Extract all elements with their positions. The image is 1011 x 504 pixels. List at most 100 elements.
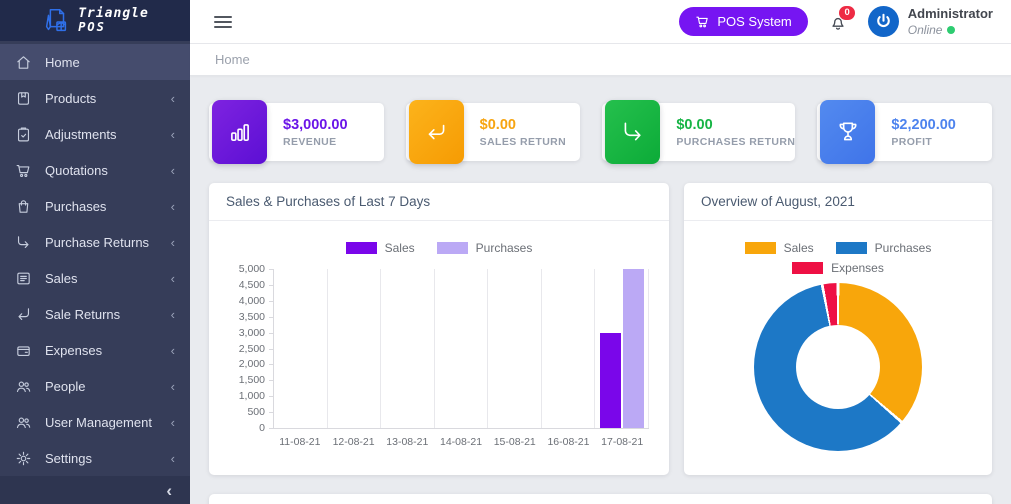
sidebar-item-purchase-returns[interactable]: Purchase Returns ‹ bbox=[0, 224, 190, 260]
sidebar-item-label: Purchases bbox=[45, 199, 106, 214]
breadcrumb: Home bbox=[190, 44, 1011, 76]
legend-label: Expenses bbox=[831, 261, 884, 275]
app-logo[interactable]: Triangle POS bbox=[0, 0, 190, 41]
bar-purchases[interactable] bbox=[623, 269, 644, 428]
user-menu[interactable]: Administrator Online bbox=[868, 6, 993, 37]
notifications-bell[interactable]: 0 bbox=[828, 12, 848, 32]
stat-value: $3,000.00 bbox=[283, 117, 348, 133]
sidebar-item-adjustments[interactable]: Adjustments ‹ bbox=[0, 116, 190, 152]
chevron-left-icon: ‹ bbox=[171, 200, 175, 213]
donut-chart-legend: Sales Purchases Expenses bbox=[713, 241, 963, 275]
y-axis-tick-mark bbox=[269, 428, 274, 429]
x-axis-tick-label: 14-08-21 bbox=[434, 436, 488, 448]
bar-category-column bbox=[435, 269, 489, 428]
invoice-icon bbox=[15, 270, 32, 287]
chevron-left-icon: ‹ bbox=[171, 452, 175, 465]
y-axis-tick-mark bbox=[269, 349, 274, 350]
y-axis-tick-label: 4,500 bbox=[239, 279, 265, 291]
stat-value: $2,200.00 bbox=[891, 117, 956, 133]
legend-item-sales[interactable]: Sales bbox=[346, 241, 415, 255]
bar-category-column bbox=[542, 269, 596, 428]
y-axis-tick-label: 0 bbox=[259, 422, 265, 434]
sidebar-item-purchases[interactable]: Purchases ‹ bbox=[0, 188, 190, 224]
stat-card-profit[interactable]: $2,200.00 PROFIT bbox=[817, 103, 992, 161]
sidebar-item-sale-returns[interactable]: Sale Returns ‹ bbox=[0, 296, 190, 332]
sidebar-item-quotations[interactable]: Quotations ‹ bbox=[0, 152, 190, 188]
y-axis-tick-label: 500 bbox=[247, 406, 265, 418]
y-axis-tick-mark bbox=[269, 412, 274, 413]
sidebar-item-settings[interactable]: Settings ‹ bbox=[0, 440, 190, 476]
cart-icon bbox=[15, 162, 32, 179]
sidebar-item-expenses[interactable]: Expenses ‹ bbox=[0, 332, 190, 368]
y-axis-tick-label: 4,000 bbox=[239, 295, 265, 307]
bar-plot: 05001,0001,5002,0002,5003,0003,5004,0004… bbox=[273, 269, 649, 429]
app-title: Triangle POS bbox=[78, 7, 149, 33]
donut-chart-title: Overview of August, 2021 bbox=[684, 183, 992, 221]
bar-category-column bbox=[595, 269, 649, 428]
legend-item-purchases[interactable]: Purchases bbox=[836, 241, 932, 255]
donut-chart bbox=[754, 283, 922, 451]
stat-card-revenue[interactable]: $3,000.00 REVENUE bbox=[209, 103, 384, 161]
bar-sales[interactable] bbox=[600, 333, 621, 428]
hamburger-menu-icon[interactable] bbox=[214, 16, 232, 28]
notification-count-badge: 0 bbox=[838, 5, 855, 21]
sidebar-item-label: Expenses bbox=[45, 343, 102, 358]
sidebar-item-user-management[interactable]: User Management ‹ bbox=[0, 404, 190, 440]
legend-swatch bbox=[745, 242, 776, 254]
forward-arrow-icon bbox=[620, 119, 646, 145]
x-axis-tick-label: 16-08-21 bbox=[542, 436, 596, 448]
wallet-icon bbox=[15, 342, 32, 359]
sidebar-collapse-button[interactable]: ‹ bbox=[166, 482, 172, 499]
chevron-left-icon: ‹ bbox=[171, 164, 175, 177]
stat-tile bbox=[409, 100, 464, 164]
bar-chart: 05001,0001,5002,0002,5003,0003,5004,0004… bbox=[235, 269, 649, 448]
user-status-label: Online bbox=[908, 23, 943, 37]
trophy-icon bbox=[835, 119, 861, 145]
chevron-left-icon: ‹ bbox=[171, 236, 175, 249]
sidebar-item-label: Quotations bbox=[45, 163, 108, 178]
stat-card-purchases-return[interactable]: $0.00 PURCHASES RETURN bbox=[602, 103, 795, 161]
sidebar-item-home[interactable]: Home bbox=[0, 44, 190, 80]
corner-left-icon bbox=[15, 306, 32, 323]
sidebar-item-sales[interactable]: Sales ‹ bbox=[0, 260, 190, 296]
y-axis-tick-mark bbox=[269, 364, 274, 365]
legend-item-expenses[interactable]: Expenses bbox=[792, 261, 884, 275]
charts-row: Sales & Purchases of Last 7 Days SalesPu… bbox=[209, 183, 992, 475]
legend-swatch bbox=[437, 242, 468, 254]
app-title-line1: Triangle bbox=[78, 7, 149, 21]
pos-system-button-label: POS System bbox=[717, 14, 791, 29]
stat-label: PURCHASES RETURN bbox=[676, 136, 795, 148]
chevron-left-icon: ‹ bbox=[171, 380, 175, 393]
sidebar-item-label: Home bbox=[45, 55, 80, 70]
stat-tile bbox=[820, 100, 875, 164]
online-status-dot bbox=[947, 26, 955, 34]
stat-card-sales-return[interactable]: $0.00 SALES RETURN bbox=[406, 103, 581, 161]
y-axis-tick-label: 3,000 bbox=[239, 327, 265, 339]
stat-label: REVENUE bbox=[283, 136, 348, 148]
y-axis-tick-label: 3,500 bbox=[239, 311, 265, 323]
bar-category-column bbox=[488, 269, 542, 428]
stat-value: $0.00 bbox=[480, 117, 566, 133]
breadcrumb-current[interactable]: Home bbox=[215, 52, 250, 67]
bar-category-column bbox=[381, 269, 435, 428]
x-axis-tick-label: 15-08-21 bbox=[488, 436, 542, 448]
y-axis-tick-mark bbox=[269, 380, 274, 381]
sidebar-menu: Home Products ‹ Adjustments ‹ Quotations… bbox=[0, 41, 190, 476]
sidebar-item-label: User Management bbox=[45, 415, 152, 430]
legend-label: Purchases bbox=[875, 241, 932, 255]
legend-swatch bbox=[346, 242, 377, 254]
chevron-left-icon: ‹ bbox=[171, 128, 175, 141]
sidebar-item-products[interactable]: Products ‹ bbox=[0, 80, 190, 116]
sidebar-item-people[interactable]: People ‹ bbox=[0, 368, 190, 404]
clipboard-check-icon bbox=[15, 126, 32, 143]
x-axis-tick-label: 17-08-21 bbox=[595, 436, 649, 448]
y-axis-tick-label: 5,000 bbox=[239, 263, 265, 275]
y-axis-tick-mark bbox=[269, 285, 274, 286]
user-name: Administrator bbox=[908, 6, 993, 22]
home-icon bbox=[15, 54, 32, 71]
legend-item-sales[interactable]: Sales bbox=[745, 241, 814, 255]
x-axis-tick-label: 12-08-21 bbox=[327, 436, 381, 448]
legend-item-purchases[interactable]: Purchases bbox=[437, 241, 533, 255]
chevron-left-icon: ‹ bbox=[171, 308, 175, 321]
pos-system-button[interactable]: POS System bbox=[679, 7, 807, 36]
